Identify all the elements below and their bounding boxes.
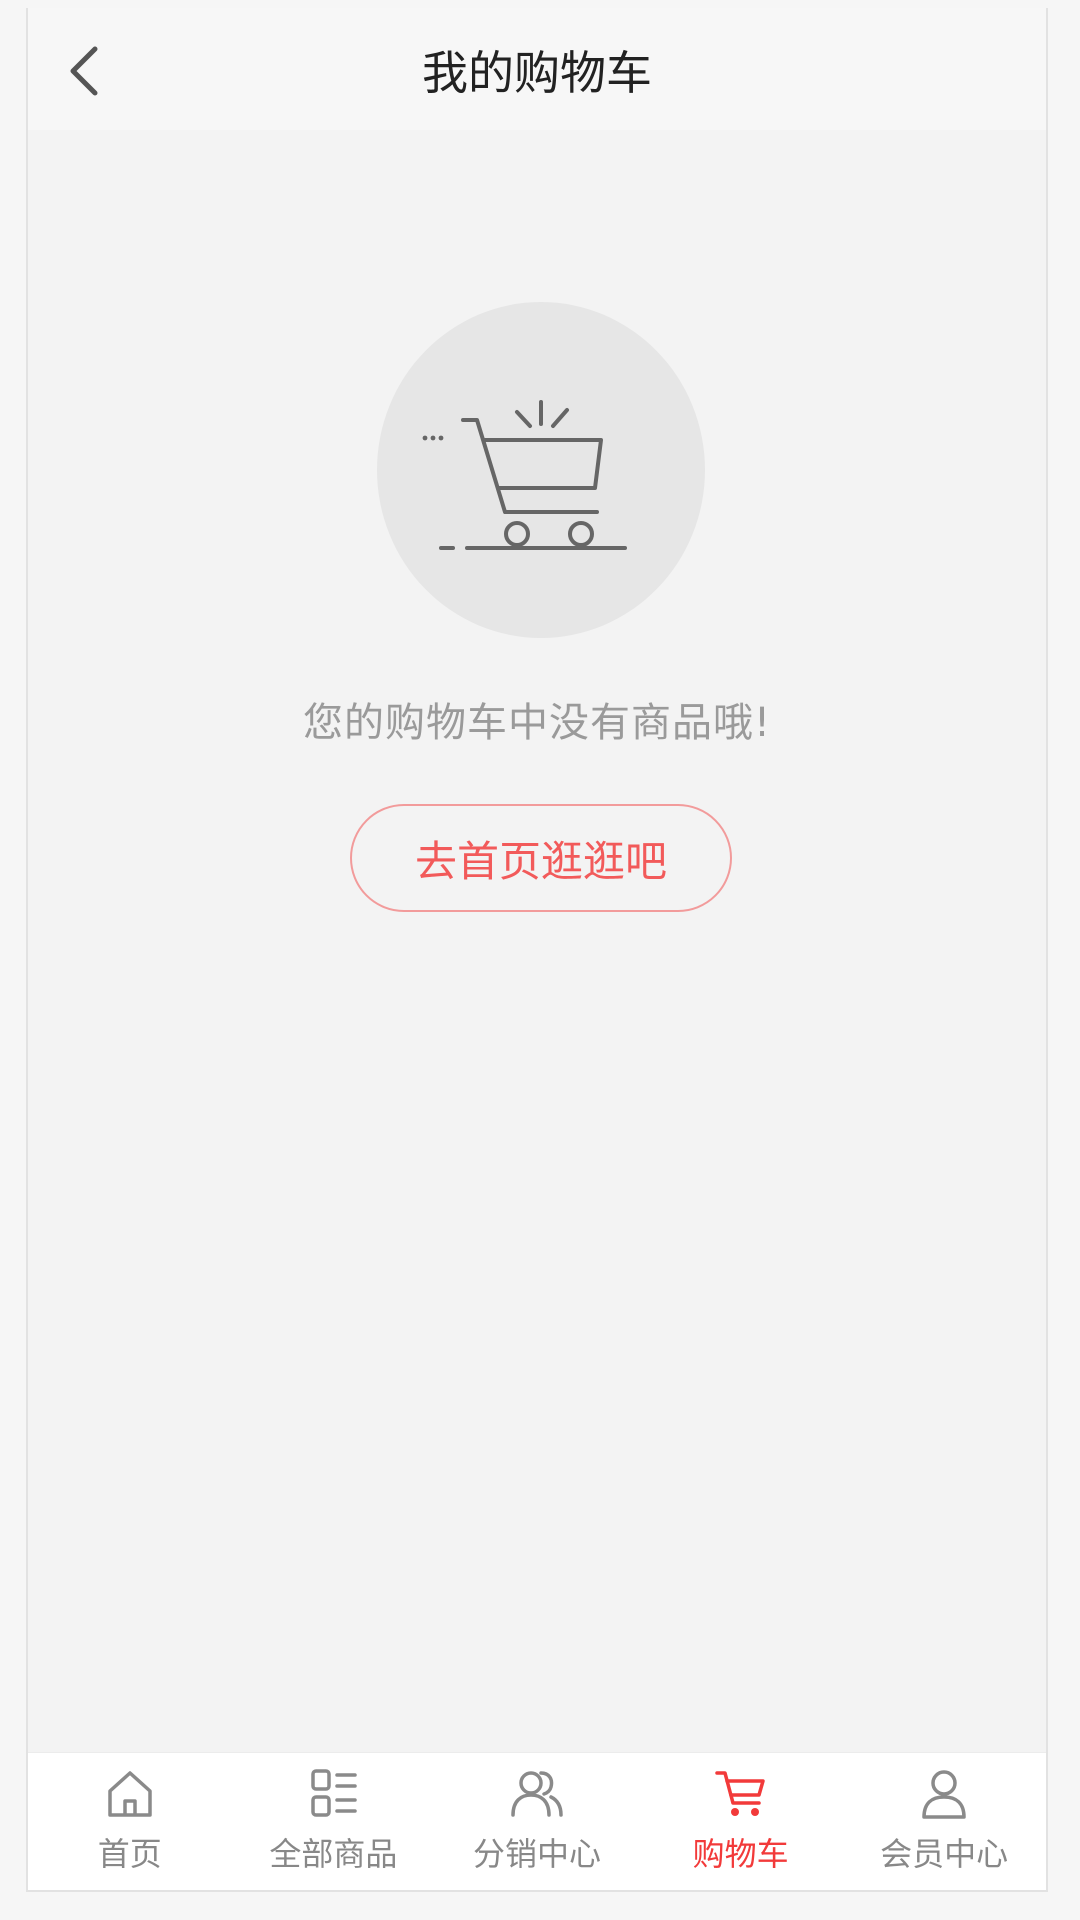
tab-label-all-products: 全部商品 (269, 1835, 398, 1873)
tab-cart[interactable]: 购物车 (639, 1753, 843, 1890)
empty-cart-message: 您的购物车中没有商品哦! (302, 700, 772, 746)
header-bar: 我的购物车 (28, 8, 1046, 130)
go-home-button[interactable]: 去首页逛逛吧 (350, 804, 732, 912)
cart-icon (714, 1771, 765, 1816)
tab-member-center[interactable]: 会员中心 (842, 1753, 1046, 1890)
home-icon (108, 1771, 152, 1817)
tab-label-home: 首页 (97, 1835, 162, 1873)
tab-home[interactable]: 首页 (28, 1753, 232, 1890)
tab-all-products[interactable]: 全部商品 (232, 1753, 436, 1890)
tab-label-distribution-center: 分销中心 (472, 1835, 601, 1873)
category-list-icon (311, 1769, 358, 1817)
app-frame: 我的购物车 您的购物车中没有商品哦! 去首页逛逛吧 首页 全部商品 分销中心 购… (26, 8, 1048, 1892)
tab-label-member-center: 会员中心 (880, 1835, 1009, 1873)
users-icon (511, 1771, 563, 1817)
empty-cart-icon (422, 400, 627, 550)
bottom-tab-bar: 首页 全部商品 分销中心 购物车 会员中心 (28, 1752, 1046, 1890)
empty-cart-illustration (377, 302, 705, 638)
page-title: 我的购物车 (422, 46, 652, 100)
user-icon (922, 1770, 966, 1819)
tab-distribution-center[interactable]: 分销中心 (435, 1753, 639, 1890)
tab-label-cart: 购物车 (692, 1835, 789, 1873)
